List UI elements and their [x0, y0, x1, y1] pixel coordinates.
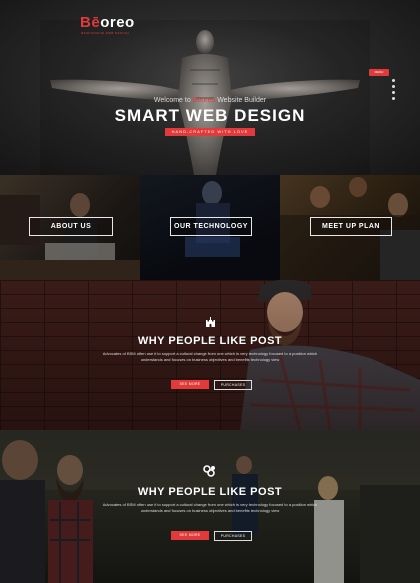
meet-up-plan-button[interactable]: MEET UP PLAN — [310, 217, 392, 236]
section3-text: Advocates of BSM often use it to support… — [102, 502, 318, 513]
hero-tagline: HAND-CRAFTED WITH LOVE — [165, 128, 255, 136]
slide-dot[interactable] — [392, 91, 395, 94]
section3-see-more-button[interactable]: SEE MORE — [171, 531, 209, 540]
brand-logo[interactable]: Bēoreo — [80, 14, 135, 31]
logo-text: oreo — [100, 14, 135, 31]
page: Bēoreo RESPONSIVE WEB DESIGN MENU Welcom… — [0, 0, 420, 583]
section2-title: WHY PEOPLE LIKE POST — [137, 335, 283, 347]
tile-about-us[interactable]: ABOUT US — [0, 175, 140, 280]
why-people-section-friends: WHY PEOPLE LIKE POST Advocates of BSM of… — [0, 430, 420, 583]
section2-see-more-button[interactable]: SEE MORE — [171, 380, 209, 389]
ampersand-icon — [203, 465, 215, 477]
feature-tiles: ABOUT US OUR TECHNOLOGY MEET UP PLAN — [0, 175, 420, 280]
slide-dot[interactable] — [392, 85, 395, 88]
welcome-brand: Beoreo — [192, 97, 216, 104]
why-people-section-brick: WHY PEOPLE LIKE POST Advocates of BSM of… — [0, 280, 420, 430]
slide-dot[interactable] — [392, 79, 395, 82]
hero-section: Bēoreo RESPONSIVE WEB DESIGN MENU Welcom… — [0, 0, 420, 175]
section3-title: WHY PEOPLE LIKE POST — [137, 486, 283, 498]
logo-mark: Bē — [80, 14, 101, 31]
castle-icon — [206, 317, 215, 327]
tile-our-technology[interactable]: OUR TECHNOLOGY — [140, 175, 280, 280]
section2-purchases-button[interactable]: PURCHASES — [214, 380, 252, 390]
logo-subtitle: RESPONSIVE WEB DESIGN — [81, 31, 129, 35]
welcome-text: Welcome to Beoreo Website Builder — [0, 97, 420, 104]
hero-title: SMART WEB DESIGN — [114, 106, 306, 125]
menu-button[interactable]: MENU — [369, 69, 389, 76]
about-us-button[interactable]: ABOUT US — [29, 217, 113, 236]
section3-purchases-button[interactable]: PURCHASES — [214, 531, 252, 541]
welcome-pre: Welcome to — [153, 97, 193, 104]
welcome-post: Website Builder — [215, 97, 267, 104]
section2-text: Advocates of BSM often use it to support… — [102, 351, 318, 362]
tile-meet-up-plan[interactable]: MEET UP PLAN — [280, 175, 420, 280]
our-technology-button[interactable]: OUR TECHNOLOGY — [170, 217, 252, 236]
